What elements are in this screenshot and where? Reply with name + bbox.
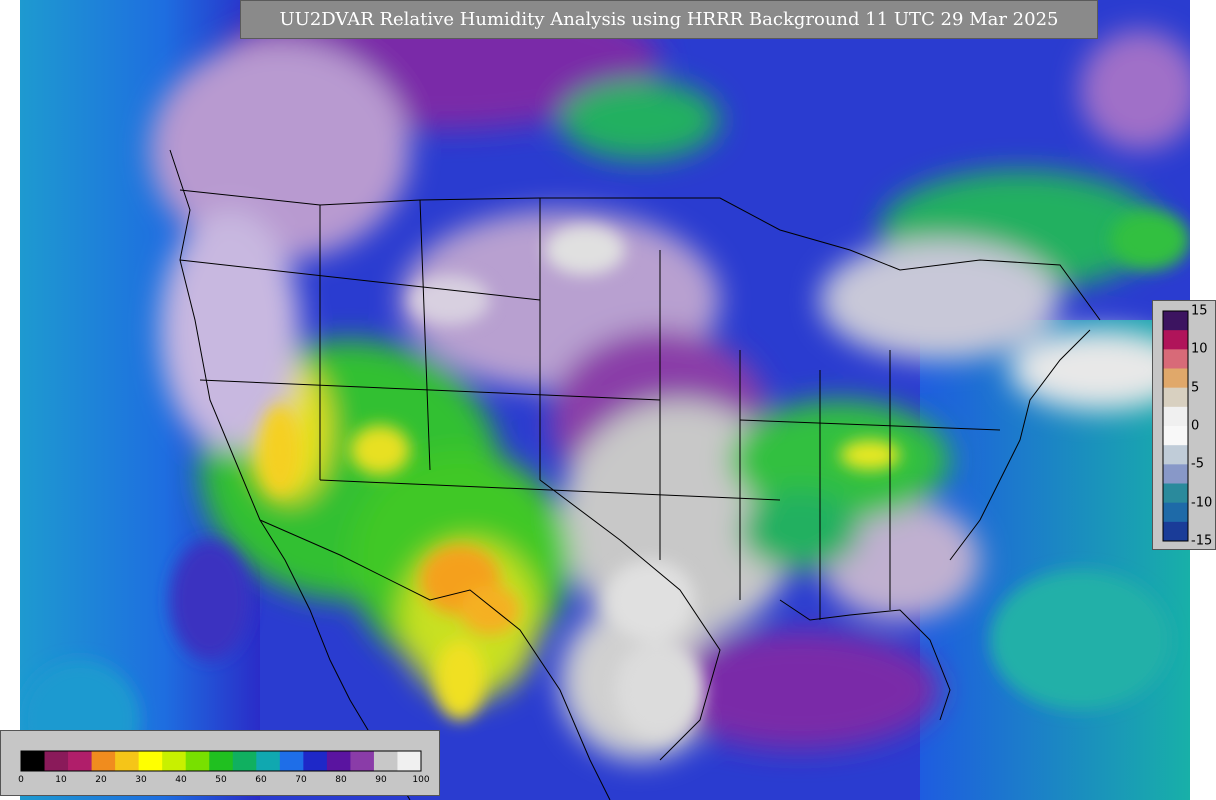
rh-colorbar-swatch [44, 751, 69, 771]
rh-colorbar-swatch [373, 751, 398, 771]
rh-tick-label: 70 [295, 775, 307, 785]
increment-tick-label: -15 [1191, 533, 1213, 549]
increment-colorbar-swatch [1163, 387, 1188, 408]
rh-colorbar-swatch [350, 751, 375, 771]
rh-colorbar-swatch [91, 751, 116, 771]
rh-colorbar-swatch [21, 751, 46, 771]
increment-colorbar-swatch [1163, 311, 1188, 331]
increment-colorbar-swatch [1163, 464, 1188, 484]
rh-colorbar-swatch [326, 751, 351, 771]
rh-colorbar-swatch [209, 751, 234, 771]
increment-tick-label: 0 [1191, 418, 1200, 434]
rh-tick-label: 90 [375, 775, 387, 785]
rh-tick-label: 10 [55, 775, 67, 785]
rh-tick-label: 20 [95, 775, 107, 785]
increment-tick-label: -5 [1191, 456, 1204, 472]
rh-colorbar-swatch [138, 751, 163, 771]
rh-colorbar-swatch [256, 751, 281, 771]
increment-colorbar-swatch [1163, 521, 1188, 542]
rh-tick-label: 0 [18, 775, 24, 785]
rh-colorbar-swatch [303, 751, 328, 771]
increment-colorbar-swatch [1163, 349, 1188, 369]
increment-colorbar-swatch [1163, 368, 1188, 389]
rh-tick-label: 30 [135, 775, 147, 785]
rh-colorbar-swatch [162, 751, 187, 771]
increment-tick-label: 15 [1191, 303, 1208, 319]
rh-colorbar-swatch [279, 751, 304, 771]
increment-colorbar-swatch [1163, 330, 1188, 350]
rh-colorbar-swatch [185, 751, 210, 771]
map-canvas [20, 0, 1190, 800]
increment-colorbar-swatch [1163, 445, 1188, 465]
rh-colorbar-swatches [20, 750, 422, 772]
increment-colorbar-swatches [1162, 310, 1189, 542]
increment-tick-label: 10 [1191, 341, 1208, 357]
rh-colorbar-swatch [68, 751, 93, 771]
increment-colorbar-swatch [1163, 502, 1188, 523]
rh-tick-label: 100 [412, 775, 430, 785]
rh-colorbar-swatch [232, 751, 257, 771]
map-title: UU2DVAR Relative Humidity Analysis using… [240, 0, 1098, 39]
rh-colorbar: 0 10 20 30 40 50 60 70 80 90 100 [0, 730, 440, 796]
increment-tick-label: 5 [1191, 380, 1200, 396]
rh-tick-label: 80 [335, 775, 347, 785]
increment-colorbar-swatch [1163, 426, 1188, 446]
rh-colorbar-swatch [397, 751, 422, 771]
rh-tick-label: 40 [175, 775, 187, 785]
increment-colorbar-swatch [1163, 406, 1188, 427]
rh-colorbar-swatch [115, 751, 140, 771]
rh-tick-label: 50 [215, 775, 227, 785]
increment-colorbar-swatch [1163, 483, 1188, 504]
rh-analysis-map [20, 0, 1190, 800]
increment-colorbar: 15 10 5 0 -5 -10 -15 [1152, 300, 1216, 550]
increment-tick-label: -10 [1191, 495, 1213, 511]
rh-tick-label: 60 [255, 775, 267, 785]
